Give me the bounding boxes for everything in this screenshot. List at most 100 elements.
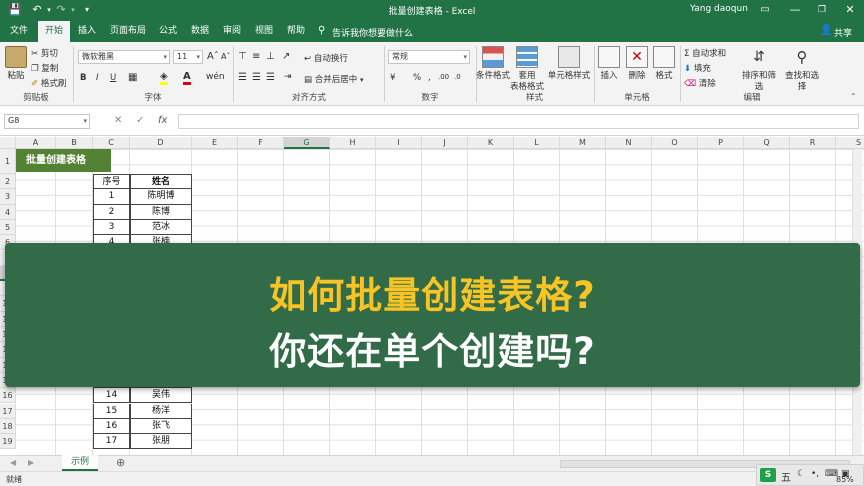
table-header-cell[interactable]: 序号 <box>93 174 130 190</box>
clear-button[interactable]: ⌫ 清除 <box>684 77 716 89</box>
column-header[interactable]: A <box>16 137 56 149</box>
cut-button[interactable]: ✂ 剪切 <box>31 47 58 59</box>
tab-formulas[interactable]: 公式 <box>154 21 182 42</box>
italic-button[interactable]: I <box>96 73 99 83</box>
column-header[interactable]: I <box>376 137 422 149</box>
row-header[interactable]: 1 <box>0 149 16 174</box>
orientation-icon[interactable]: ↗ <box>282 51 290 62</box>
grow-font-icon[interactable]: Aˆ <box>207 51 219 62</box>
percent-icon[interactable]: % <box>413 73 421 83</box>
table-index-cell[interactable]: 17 <box>93 434 130 450</box>
column-header[interactable]: Q <box>744 137 790 149</box>
align-bottom-icon[interactable]: ⊥ <box>266 51 275 62</box>
minimize-icon[interactable]: — <box>788 3 802 17</box>
align-left-icon[interactable]: ☰ <box>238 72 247 83</box>
font-size-combo[interactable]: 11 ▾ <box>173 50 203 64</box>
column-header[interactable]: D <box>130 137 192 149</box>
merge-center-button[interactable]: ▤ 合并后居中 ▾ <box>304 73 363 85</box>
delete-cells-button[interactable]: ✕ 删除 <box>625 46 649 82</box>
row-header[interactable]: 3 <box>0 189 16 205</box>
column-header[interactable]: H <box>330 137 376 149</box>
tab-review[interactable]: 审阅 <box>218 21 246 42</box>
tab-home[interactable]: 开始 <box>38 21 70 42</box>
formula-input[interactable] <box>178 114 859 129</box>
wrap-text-button[interactable]: ↩ 自动换行 <box>304 52 348 64</box>
column-header[interactable]: J <box>422 137 468 149</box>
format-painter-button[interactable]: ✐ 格式刷 <box>31 77 66 89</box>
insert-cells-button[interactable]: 插入 <box>597 46 621 82</box>
row-header[interactable]: 16 <box>0 388 16 404</box>
tab-file[interactable]: 文件 <box>4 21 34 42</box>
row-header[interactable]: 4 <box>0 204 16 220</box>
table-name-cell[interactable]: 范冰 <box>130 219 192 236</box>
indent-icon[interactable]: ⇥ <box>284 72 292 82</box>
autosum-button[interactable]: Σ 自动求和 <box>684 47 726 59</box>
column-header[interactable]: B <box>56 137 93 149</box>
tab-help[interactable]: 帮助 <box>282 21 310 42</box>
row-header[interactable]: 19 <box>0 434 16 450</box>
column-header[interactable]: G <box>284 137 330 149</box>
row-header[interactable]: 5 <box>0 219 16 236</box>
column-header[interactable]: L <box>514 137 560 149</box>
ribbon-display-icon[interactable]: ▭ <box>758 3 772 17</box>
align-top-icon[interactable]: ⊤ <box>238 51 247 62</box>
add-sheet-icon[interactable]: ⊕ <box>116 456 125 469</box>
share-button[interactable]: 共享 <box>834 26 852 39</box>
shrink-font-icon[interactable]: Aˇ <box>221 52 230 61</box>
format-cells-button[interactable]: 格式 <box>652 46 676 82</box>
number-format-combo[interactable]: 常规 ▾ <box>388 50 470 64</box>
decrease-decimal-icon[interactable]: .0 <box>454 73 461 81</box>
insert-function-icon[interactable]: fx <box>158 115 167 126</box>
table-header-cell[interactable]: 姓名 <box>130 174 192 190</box>
column-header[interactable]: R <box>790 137 836 149</box>
column-header[interactable]: S <box>836 137 864 149</box>
next-sheet-icon[interactable]: ▶ <box>28 458 34 467</box>
select-all-corner[interactable] <box>0 137 16 149</box>
tab-page-layout[interactable]: 页面布局 <box>106 21 150 42</box>
user-name[interactable]: Yang daoqun <box>690 4 748 14</box>
cell-styles-button[interactable]: 单元格样式 <box>547 46 591 82</box>
table-index-cell[interactable]: 16 <box>93 418 130 435</box>
column-header[interactable]: K <box>468 137 514 149</box>
table-name-cell[interactable]: 陈明博 <box>130 189 192 205</box>
font-color-icon[interactable]: A <box>183 71 191 85</box>
column-header[interactable]: P <box>698 137 744 149</box>
sort-filter-button[interactable]: ⇵ 排序和筛选 <box>738 46 780 93</box>
collapse-ribbon-icon[interactable]: ⌃ <box>850 92 857 101</box>
align-right-icon[interactable]: ☰ <box>266 72 275 83</box>
table-index-cell[interactable]: 2 <box>93 204 130 220</box>
table-index-cell[interactable]: 3 <box>93 219 130 236</box>
tab-insert[interactable]: 插入 <box>72 21 102 42</box>
name-box[interactable]: G8 ▾ <box>4 114 90 129</box>
table-index-cell[interactable]: 1 <box>93 189 130 205</box>
fill-button[interactable]: ⬇ 填充 <box>684 62 711 74</box>
format-as-table-button[interactable]: 套用 表格格式 <box>510 46 544 93</box>
border-icon[interactable]: ▦ <box>128 72 137 83</box>
row-header[interactable]: 2 <box>0 174 16 190</box>
close-icon[interactable]: ✕ <box>843 3 857 17</box>
row-header[interactable]: 18 <box>0 418 16 435</box>
tab-data[interactable]: 数据 <box>186 21 214 42</box>
font-name-combo[interactable]: 微软雅黑 ▾ <box>78 50 170 64</box>
align-middle-icon[interactable]: ≡ <box>252 51 260 62</box>
table-name-cell[interactable]: 吴伟 <box>130 388 192 404</box>
sheet-title-cell[interactable]: 批量创建表格 <box>16 149 111 172</box>
column-header[interactable]: E <box>192 137 238 149</box>
sheet-tab-active[interactable]: 示例 <box>62 455 98 471</box>
table-name-cell[interactable]: 张飞 <box>130 418 192 435</box>
tell-me-box[interactable]: 告诉我你想要做什么 <box>332 26 413 39</box>
column-header[interactable]: F <box>238 137 284 149</box>
row-header[interactable]: 17 <box>0 403 16 419</box>
paste-button[interactable]: 粘贴 <box>4 46 28 82</box>
prev-sheet-icon[interactable]: ◀ <box>10 458 16 467</box>
bold-button[interactable]: B <box>80 73 86 83</box>
comma-icon[interactable]: , <box>428 73 431 83</box>
cancel-formula-icon[interactable]: ✕ <box>114 115 122 126</box>
table-name-cell[interactable]: 杨洋 <box>130 403 192 419</box>
column-header[interactable]: M <box>560 137 606 149</box>
table-name-cell[interactable]: 陈博 <box>130 204 192 220</box>
column-header[interactable]: N <box>606 137 652 149</box>
share-icon[interactable]: 👤 <box>820 25 832 36</box>
table-index-cell[interactable]: 14 <box>93 388 130 404</box>
find-select-button[interactable]: ⚲ 查找和选择 <box>781 46 823 93</box>
